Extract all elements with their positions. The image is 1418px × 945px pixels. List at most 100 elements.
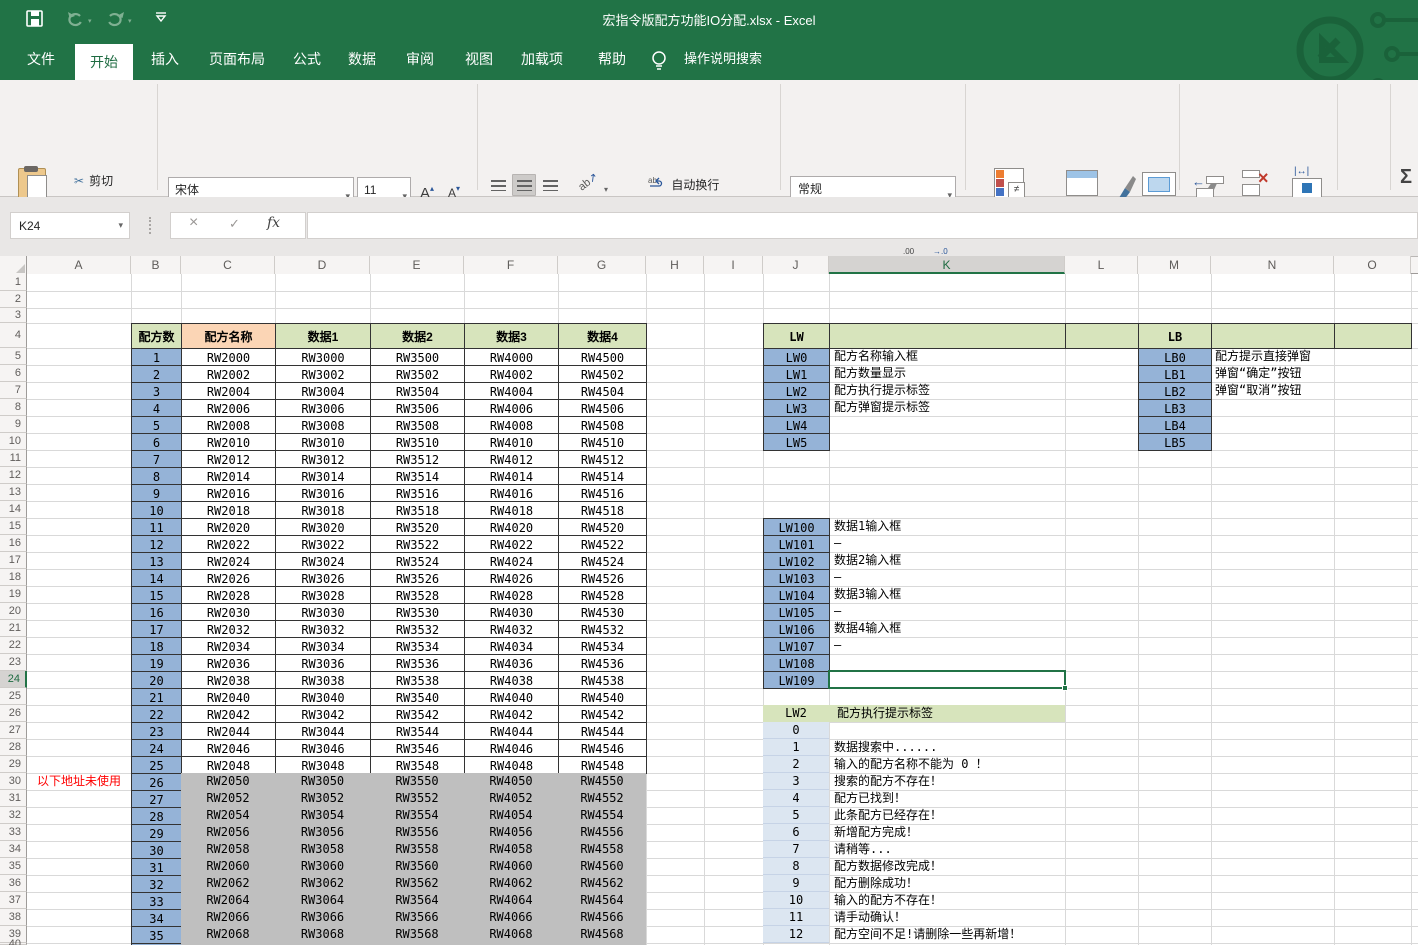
cell-B35[interactable]: 31 xyxy=(131,858,182,876)
cell-B34[interactable]: 30 xyxy=(131,841,182,859)
cell-C32[interactable]: RW2054 xyxy=(181,807,275,824)
cell-G33[interactable]: RW4556 xyxy=(558,824,646,841)
cell-G19[interactable]: RW4528 xyxy=(558,586,647,604)
cell-C33[interactable]: RW2056 xyxy=(181,824,275,841)
cell-E12[interactable]: RW3514 xyxy=(370,467,465,485)
cell-D36[interactable]: RW3062 xyxy=(275,875,370,892)
cell-E15[interactable]: RW3520 xyxy=(370,518,465,536)
cell-B30[interactable]: 26 xyxy=(131,773,182,791)
customize-qat-icon[interactable] xyxy=(154,10,168,29)
cell-F37[interactable]: RW4064 xyxy=(464,892,558,909)
cell-B10[interactable]: 6 xyxy=(131,433,182,451)
cell-C28[interactable]: RW2046 xyxy=(181,739,276,757)
column-header-J[interactable]: J xyxy=(763,256,829,274)
cell-E8[interactable]: RW3506 xyxy=(370,399,465,417)
cell-F18[interactable]: RW4026 xyxy=(464,569,559,587)
row-header-17[interactable]: 17 xyxy=(0,552,27,569)
cell-F25[interactable]: RW4040 xyxy=(464,688,559,706)
cell-C11[interactable]: RW2012 xyxy=(181,450,276,468)
cell-D13[interactable]: RW3016 xyxy=(275,484,371,502)
row-header-4[interactable]: 4 xyxy=(0,323,27,348)
column-header-D[interactable]: D xyxy=(275,256,370,274)
cell-G11[interactable]: RW4512 xyxy=(558,450,647,468)
cell-C9[interactable]: RW2008 xyxy=(181,416,276,434)
tell-me-search[interactable]: 操作说明搜索 xyxy=(684,38,762,80)
cell-D32[interactable]: RW3054 xyxy=(275,807,370,824)
cell-E34[interactable]: RW3558 xyxy=(370,841,464,858)
cell-L4[interactable] xyxy=(1065,323,1139,349)
row-header-6[interactable]: 6 xyxy=(0,365,27,382)
cell-G12[interactable]: RW4514 xyxy=(558,467,647,485)
cell-D34[interactable]: RW3058 xyxy=(275,841,370,858)
row-header-30[interactable]: 30 xyxy=(0,773,27,790)
cell-D23[interactable]: RW3036 xyxy=(275,654,371,672)
cell-K15[interactable]: 数据1输入框 xyxy=(834,518,1065,535)
cell-J18[interactable]: LW103 xyxy=(763,569,830,587)
cell-E37[interactable]: RW3564 xyxy=(370,892,464,909)
cell-O4[interactable] xyxy=(1334,323,1412,349)
cell-D17[interactable]: RW3024 xyxy=(275,552,371,570)
cell-B19[interactable]: 15 xyxy=(131,586,182,604)
cell-D25[interactable]: RW3040 xyxy=(275,688,371,706)
cell-D4[interactable]: 数据1 xyxy=(275,323,371,349)
middle-align-button[interactable] xyxy=(512,174,536,196)
cell-M9[interactable]: LB4 xyxy=(1138,416,1212,434)
cell-K17[interactable]: 数据2输入框 xyxy=(834,552,1065,569)
cancel-icon[interactable]: × xyxy=(189,214,198,232)
cell-F24[interactable]: RW4038 xyxy=(464,671,559,689)
cell-G22[interactable]: RW4534 xyxy=(558,637,647,655)
enter-icon[interactable]: ✓ xyxy=(229,216,240,232)
cell-K35[interactable]: 配方数据修改完成！ xyxy=(834,858,1065,875)
cell-F32[interactable]: RW4054 xyxy=(464,807,558,824)
cell-E18[interactable]: RW3526 xyxy=(370,569,465,587)
cell-D5[interactable]: RW3000 xyxy=(275,348,371,366)
cell-F9[interactable]: RW4008 xyxy=(464,416,559,434)
cell-M4[interactable]: LB xyxy=(1138,323,1212,349)
cell-E5[interactable]: RW3500 xyxy=(370,348,465,366)
cell-B36[interactable]: 32 xyxy=(131,875,182,893)
redo-icon[interactable] xyxy=(106,11,126,32)
cell-C16[interactable]: RW2022 xyxy=(181,535,276,553)
cell-D19[interactable]: RW3028 xyxy=(275,586,371,604)
cell-G10[interactable]: RW4510 xyxy=(558,433,647,451)
cell-D33[interactable]: RW3056 xyxy=(275,824,370,841)
cell-K39[interactable]: 配方空间不足!请删除一些再新增！ xyxy=(834,926,1065,943)
cell-N6[interactable]: 弹窗“确定”按钮 xyxy=(1215,365,1334,382)
cell-J17[interactable]: LW102 xyxy=(763,552,830,570)
cell-E13[interactable]: RW3516 xyxy=(370,484,465,502)
cell-E20[interactable]: RW3530 xyxy=(370,603,465,621)
cell-D6[interactable]: RW3002 xyxy=(275,365,371,383)
column-header-E[interactable]: E xyxy=(370,256,464,274)
cell-C21[interactable]: RW2032 xyxy=(181,620,276,638)
cell-J5[interactable]: LW0 xyxy=(763,348,830,366)
tab-页面布局[interactable]: 页面布局 xyxy=(198,38,276,80)
row-header-38[interactable]: 38 xyxy=(0,909,27,926)
cell-B12[interactable]: 8 xyxy=(131,467,182,485)
row-header-18[interactable]: 18 xyxy=(0,569,27,586)
cell-F11[interactable]: RW4012 xyxy=(464,450,559,468)
cell-E29[interactable]: RW3548 xyxy=(370,756,465,774)
cell-N7[interactable]: 弹窗“取消”按钮 xyxy=(1215,382,1334,399)
row-header-3[interactable]: 3 xyxy=(0,308,27,323)
cell-E11[interactable]: RW3512 xyxy=(370,450,465,468)
cell-C30[interactable]: RW2050 xyxy=(181,773,275,790)
cell-C38[interactable]: RW2066 xyxy=(181,909,275,926)
undo-icon[interactable] xyxy=(66,11,86,32)
cell-G25[interactable]: RW4540 xyxy=(558,688,647,706)
cell-B14[interactable]: 10 xyxy=(131,501,182,519)
cell-K29[interactable]: 输入的配方名称不能为 0 ！ xyxy=(834,756,1065,773)
cell-G14[interactable]: RW4518 xyxy=(558,501,647,519)
cell-K5[interactable]: 配方名称输入框 xyxy=(834,348,1065,365)
cell-D26[interactable]: RW3042 xyxy=(275,705,371,723)
cell-B22[interactable]: 18 xyxy=(131,637,182,655)
cell-F36[interactable]: RW4062 xyxy=(464,875,558,892)
cell-E36[interactable]: RW3562 xyxy=(370,875,464,892)
cell-G29[interactable]: RW4548 xyxy=(558,756,647,774)
cell-F12[interactable]: RW4014 xyxy=(464,467,559,485)
row-header-15[interactable]: 15 xyxy=(0,518,27,535)
top-align-button[interactable] xyxy=(486,174,510,196)
tab-帮助[interactable]: 帮助 xyxy=(591,38,633,80)
cell-B37[interactable]: 33 xyxy=(131,892,182,910)
cell-D11[interactable]: RW3012 xyxy=(275,450,371,468)
cell-G26[interactable]: RW4542 xyxy=(558,705,647,723)
